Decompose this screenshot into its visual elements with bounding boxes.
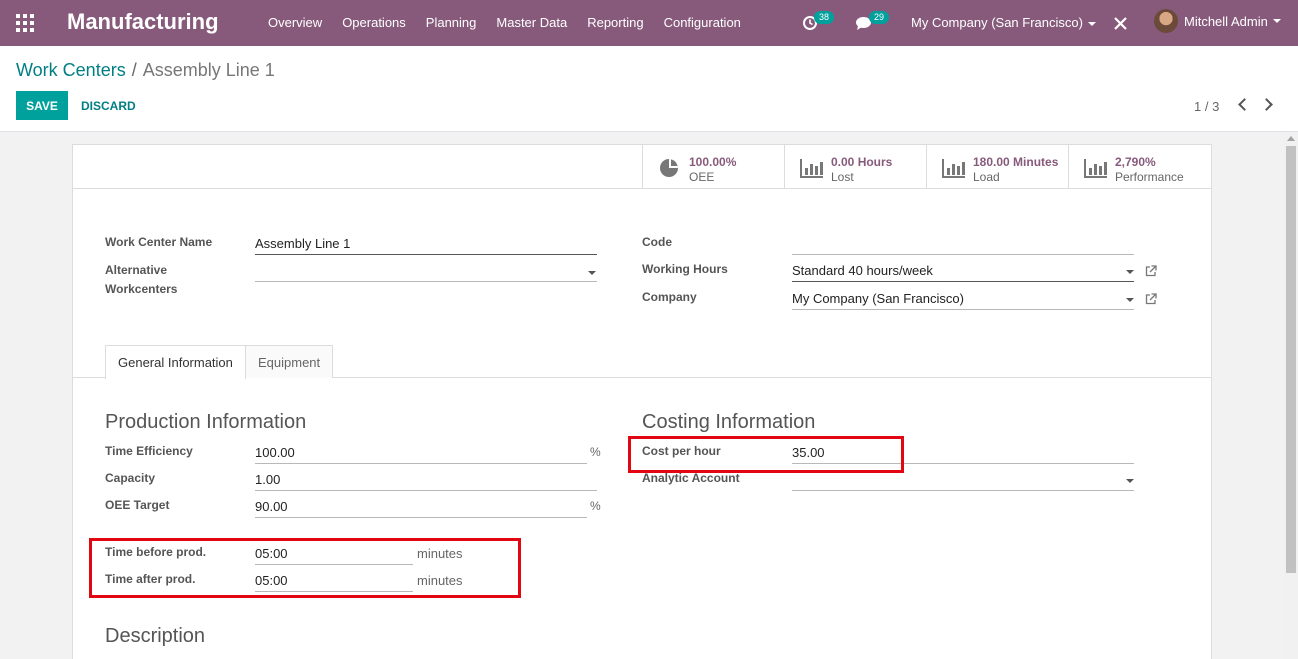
lost-value: 0.00 Hours	[831, 155, 893, 169]
chevron-left-icon[interactable]	[1238, 98, 1251, 111]
pie-chart-icon	[660, 159, 678, 177]
control-panel: Work Centers / Assembly Line 1 SAVE DISCAR…	[0, 46, 1298, 132]
chevron-down-icon	[1087, 21, 1096, 26]
menu-operations[interactable]: Operations	[342, 15, 406, 30]
alternative-workcenters-label: Alternative Workcenters	[105, 261, 177, 299]
work-center-name-label: Work Center Name	[105, 235, 213, 249]
chevron-right-icon[interactable]	[1260, 98, 1273, 111]
work-center-name-input[interactable]: Assembly Line 1	[255, 233, 597, 255]
chevron-down-icon[interactable]	[1126, 298, 1134, 302]
save-button[interactable]: SAVE	[16, 91, 68, 120]
description-title: Description	[105, 625, 206, 647]
bar-chart-icon	[800, 159, 823, 178]
top-navbar: Manufacturing Overview Operations Planni…	[0, 0, 1298, 46]
time-efficiency-label: Time Efficiency	[105, 444, 193, 458]
apps-grid-icon[interactable]	[16, 14, 34, 32]
highlight-box-cost	[628, 436, 904, 473]
smart-buttons: 100.00% OEE 0.00 Hours Lost 180.00 Minut…	[73, 145, 1211, 189]
lost-stat-button[interactable]: 0.00 Hours Lost	[784, 145, 927, 189]
discard-button[interactable]: DISCARD	[76, 91, 141, 120]
performance-label: Performance	[1115, 170, 1184, 184]
performance-stat-button[interactable]: 2,790% Performance	[1068, 145, 1211, 189]
tools-icon	[1114, 16, 1127, 30]
external-link-icon[interactable]	[1145, 293, 1157, 305]
company-select[interactable]: My Company (San Francisco)	[792, 288, 1134, 310]
alternative-workcenters-input[interactable]	[255, 260, 597, 282]
menu-configuration[interactable]: Configuration	[664, 15, 741, 30]
menu-planning[interactable]: Planning	[426, 15, 477, 30]
chevron-down-icon[interactable]	[588, 271, 596, 275]
menu-master-data[interactable]: Master Data	[496, 15, 567, 30]
bar-chart-icon	[1084, 159, 1107, 178]
oee-target-input[interactable]: 90.00	[255, 496, 587, 518]
oee-stat-button[interactable]: 100.00% OEE	[642, 145, 785, 189]
capacity-label: Capacity	[105, 471, 156, 485]
bar-chart-icon	[942, 159, 965, 178]
scrollbar[interactable]	[1284, 132, 1298, 659]
user-menu[interactable]: Mitchell Admin	[1154, 9, 1281, 33]
tab-equipment[interactable]: Equipment	[245, 345, 334, 378]
production-information-title: Production Information	[105, 411, 307, 433]
chevron-down-icon[interactable]	[1126, 270, 1134, 274]
oee-label: OEE	[689, 170, 715, 184]
working-hours-label: Working Hours	[642, 262, 728, 276]
load-label: Load	[973, 170, 1000, 184]
alternative-workcenters-label-line1: Alternative	[105, 263, 168, 277]
messages-badge: 29	[869, 11, 890, 24]
code-label: Code	[642, 235, 672, 249]
breadcrumb: Work Centers / Assembly Line 1	[16, 60, 275, 80]
user-name: Mitchell Admin	[1184, 13, 1268, 29]
debug-tools-button[interactable]	[1113, 0, 1128, 46]
code-input[interactable]	[792, 233, 1134, 255]
company-switcher[interactable]: My Company (San Francisco)	[911, 15, 1096, 30]
highlight-box-times	[89, 538, 521, 598]
lost-label: Lost	[831, 170, 854, 184]
oee-target-label: OEE Target	[105, 498, 170, 512]
tab-general-information[interactable]: General Information	[105, 345, 246, 379]
breadcrumb-work-centers[interactable]: Work Centers	[16, 60, 126, 80]
scroll-up-arrow[interactable]	[1287, 136, 1295, 141]
chevron-down-icon	[1272, 19, 1281, 23]
scrollbar-thumb[interactable]	[1286, 146, 1296, 573]
menu-reporting[interactable]: Reporting	[587, 15, 643, 30]
chevron-down-icon[interactable]	[1126, 479, 1134, 483]
company-label: Company	[642, 290, 697, 304]
notebook-tabs: General Information Equipment	[73, 345, 1211, 379]
pager-value[interactable]: 1 / 3	[1194, 99, 1219, 114]
time-efficiency-input[interactable]: 100.00	[255, 442, 587, 464]
company-switcher-label: My Company (San Francisco)	[911, 15, 1083, 30]
breadcrumb-current: Assembly Line 1	[142, 60, 275, 80]
capacity-input[interactable]: 1.00	[255, 469, 597, 491]
performance-value: 2,790%	[1115, 155, 1156, 169]
percent-unit: %	[590, 445, 601, 459]
load-stat-button[interactable]: 180.00 Minutes Load	[926, 145, 1069, 189]
activity-badge: 38	[814, 11, 835, 24]
menu-overview[interactable]: Overview	[268, 15, 322, 30]
alternative-workcenters-label-line2: Workcenters	[105, 282, 178, 296]
percent-unit: %	[590, 499, 601, 513]
app-title: Manufacturing	[67, 9, 219, 34]
avatar	[1154, 9, 1178, 33]
activity-button[interactable]	[802, 0, 818, 46]
load-value: 180.00 Minutes	[973, 155, 1059, 169]
working-hours-select[interactable]: Standard 40 hours/week	[792, 260, 1134, 282]
main-menu: Overview Operations Planning Master Data…	[268, 15, 761, 30]
external-link-icon[interactable]	[1145, 265, 1157, 277]
oee-value: 100.00%	[689, 155, 737, 169]
messages-button[interactable]	[855, 0, 872, 46]
costing-information-title: Costing Information	[642, 411, 816, 433]
